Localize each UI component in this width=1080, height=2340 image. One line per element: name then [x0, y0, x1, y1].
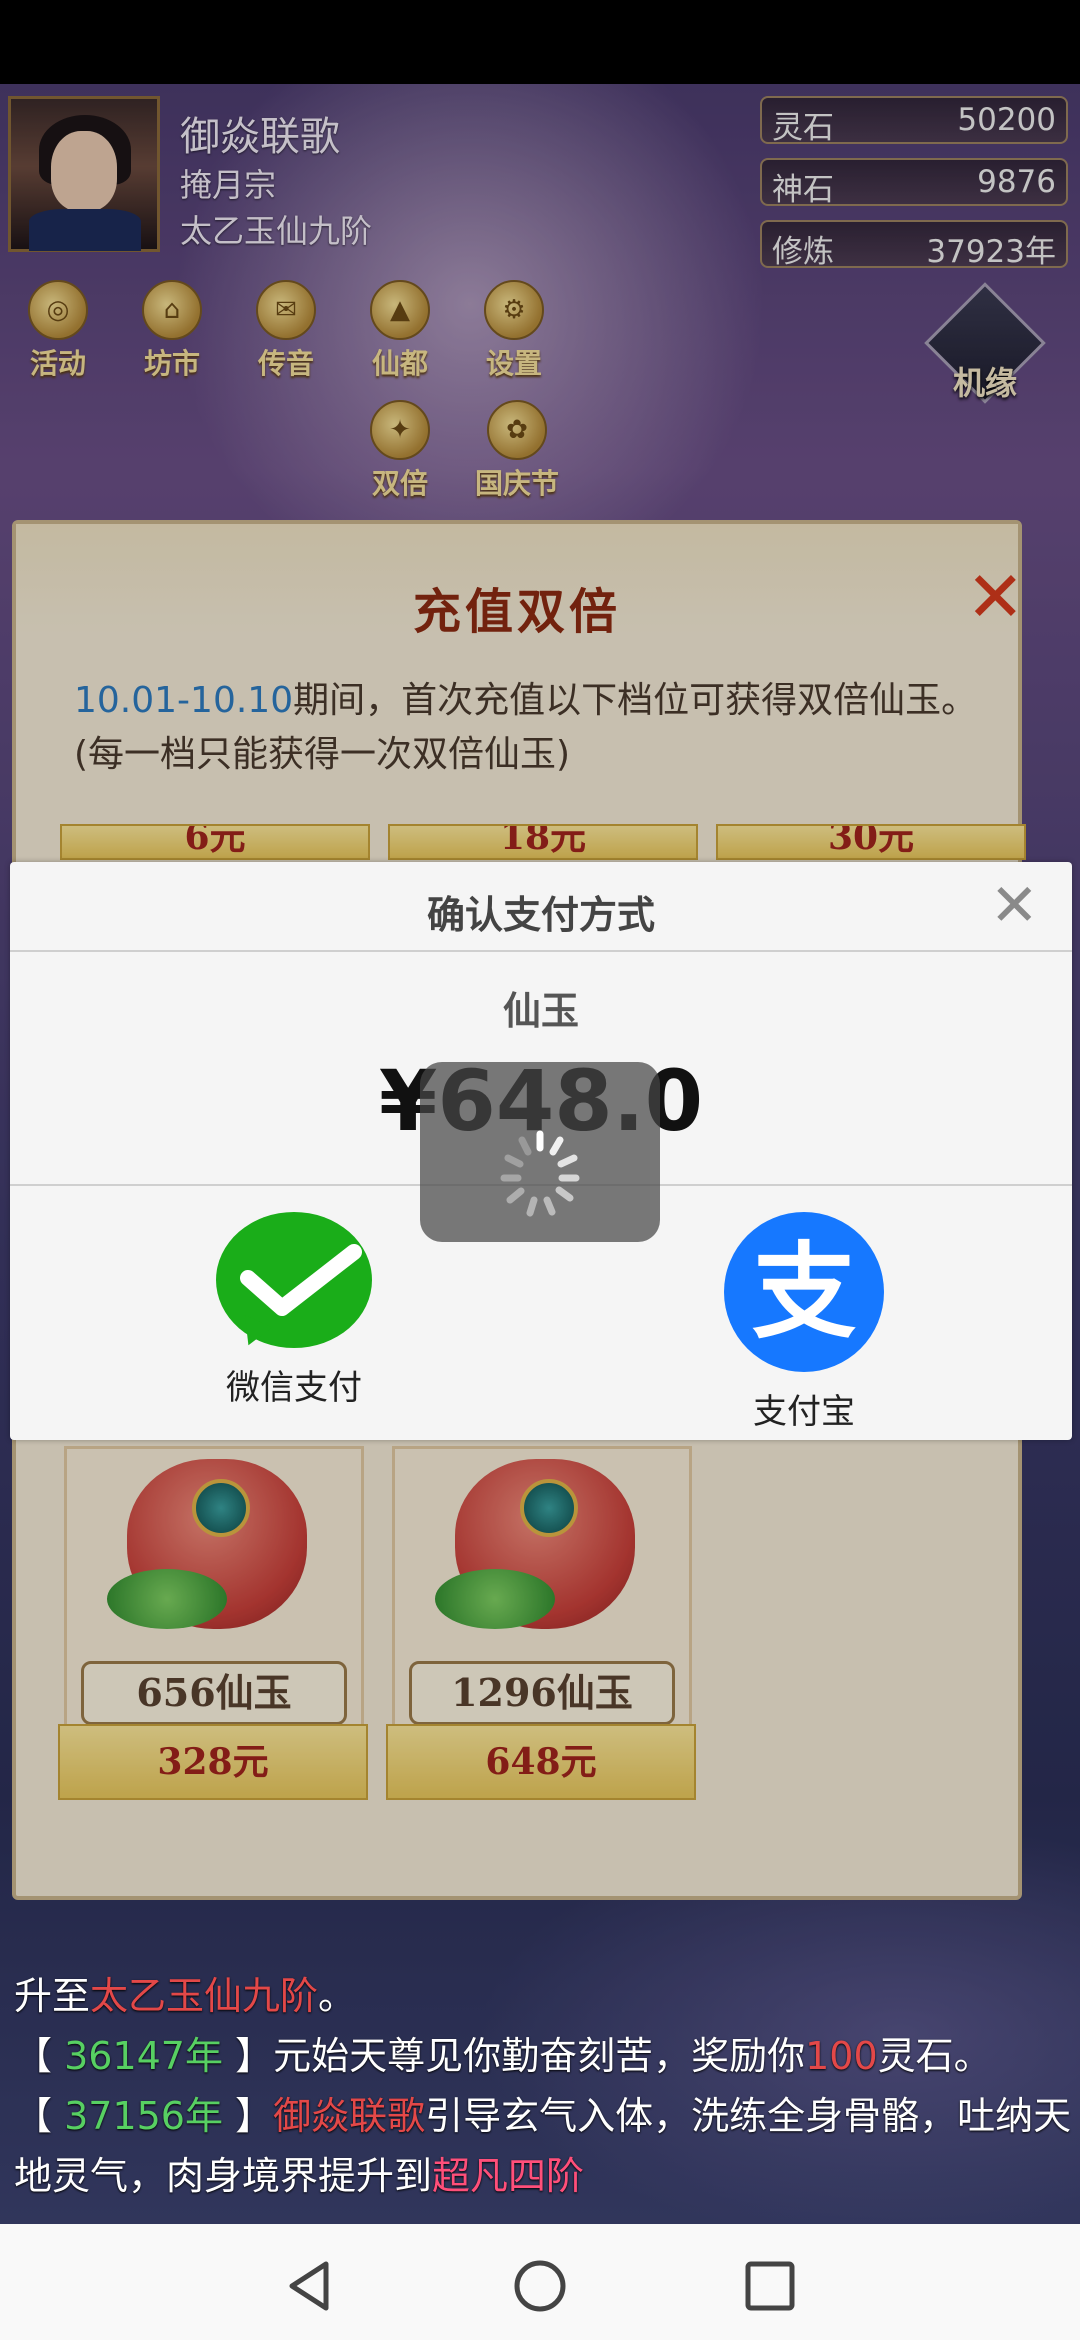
log-year: 36147年 — [64, 2034, 223, 2078]
log-realm: 太乙玉仙九阶 — [90, 1974, 319, 2018]
log-year: 37156年 — [64, 2094, 223, 2138]
log-text: 升至 — [14, 1974, 91, 2018]
log-text: 灵石。 — [877, 2034, 992, 2078]
payment-title: 确认支付方式 — [426, 893, 655, 937]
spinner-icon — [500, 1130, 580, 1217]
alipay-button[interactable]: 支 支付宝 — [694, 1212, 914, 1433]
status-bar — [0, 0, 1080, 84]
back-icon[interactable] — [282, 2258, 338, 2314]
alipay-icon: 支 — [724, 1212, 884, 1372]
event-log: 升至太乙玉仙九阶。 【 36147年 】元始天尊见你勤奋刻苦，奖励你100灵石。… — [14, 1966, 1074, 2206]
divider — [10, 950, 1072, 952]
payment-method-label: 微信支付 — [226, 1368, 362, 1408]
close-icon[interactable]: ✕ — [990, 870, 1039, 940]
log-line: 【 37156年 】御焱联歌引导玄气入体，洗练全身骨骼，吐纳天地灵气，肉身境界提… — [14, 2094, 1072, 2198]
recents-icon[interactable] — [742, 2258, 798, 2314]
log-line: 升至太乙玉仙九阶。 — [14, 1966, 1074, 2026]
product-name: 仙玉 — [502, 989, 579, 1033]
loading-indicator — [420, 1062, 660, 1242]
log-line: 【 36147年 】元始天尊见你勤奋刻苦，奖励你100灵石。 — [14, 2034, 992, 2078]
wechat-pay-icon — [216, 1212, 372, 1352]
log-level: 超凡四阶 — [432, 2154, 585, 2198]
wechat-pay-button[interactable]: 微信支付 — [184, 1212, 404, 1409]
log-player-name: 御焱联歌 — [273, 2094, 426, 2138]
home-icon[interactable] — [512, 2258, 568, 2314]
navigation-bar — [0, 2224, 1080, 2340]
payment-method-label: 支付宝 — [753, 1392, 855, 1432]
log-text: 元始天尊见你勤奋刻苦，奖励你 — [273, 2034, 806, 2078]
log-text: 。 — [318, 1974, 357, 2018]
log-number: 100 — [805, 2034, 878, 2078]
